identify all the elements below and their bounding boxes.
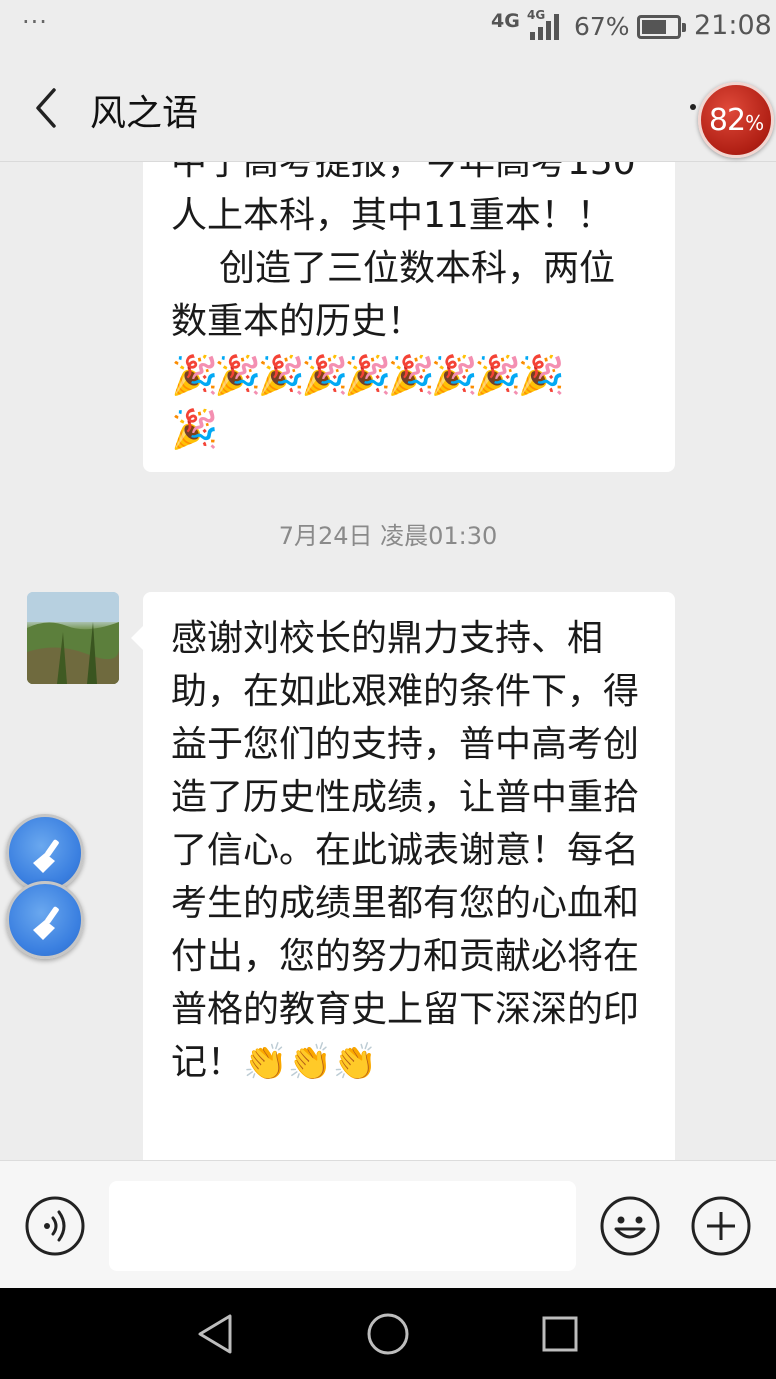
status-bar: ··· 4G 4G 67% 21:08 [0,0,776,54]
status-menu-dots: ··· [22,8,48,36]
input-bar [0,1160,776,1288]
message-line: 数重本的历史！ [171,301,424,342]
chat-title: 风之语 [90,93,199,134]
home-circle-icon[interactable] [364,1310,412,1358]
message-bubble[interactable]: 感谢刘校长的鼎力支持、相助，在如此艰难的条件下，得益于您们的支持，普中高考创造了… [131,592,675,1160]
broom-icon [33,839,59,873]
signal-icon [530,14,559,40]
battery-percent: 67% [574,12,630,41]
chat-area[interactable]: 中了高考捷报，今年高考150 人上本科，其中11重本！！ 创造了三位数本科，两位… [0,162,776,1160]
party-emoji-row: 🎉🎉🎉🎉🎉🎉🎉🎉🎉 [171,353,565,397]
battery-icon [637,15,686,39]
system-nav-bar [0,1288,776,1379]
avatar-image [27,592,119,684]
message-input[interactable] [109,1181,576,1271]
badge-value: 82 [708,103,746,138]
plus-icon[interactable] [690,1195,752,1257]
message-text: 感谢刘校长的鼎力支持、相助，在如此艰难的条件下，得益于您们的支持，普中高考创造了… [171,618,640,1083]
recents-square-icon[interactable] [536,1310,584,1358]
floating-cleaner-button[interactable] [6,881,84,959]
back-triangle-icon[interactable] [192,1310,240,1358]
chat-header: 风之语 82% [0,54,776,162]
voice-icon[interactable] [24,1195,86,1257]
message-line: 中了高考捷报，今年高考150 [171,162,636,183]
avatar[interactable] [27,592,119,684]
party-emoji-row: 🎉 [171,407,218,451]
smiley-icon[interactable] [599,1195,661,1257]
network-type-1: 4G [491,10,520,32]
badge-sign: % [745,111,764,135]
more-dot [690,104,696,110]
floating-speed-badge[interactable]: 82% [698,82,774,158]
message-timestamp: 7月24日 凌晨01:30 [278,522,498,550]
chevron-left-icon[interactable] [28,84,68,132]
clock: 21:08 [694,10,772,41]
message-line: 创造了三位数本科，两位 [219,248,616,289]
message-line: 人上本科，其中11重本！！ [171,195,613,236]
broom-icon [33,906,59,940]
message-bubble[interactable]: 中了高考捷报，今年高考150 人上本科，其中11重本！！ 创造了三位数本科，两位… [143,162,675,472]
